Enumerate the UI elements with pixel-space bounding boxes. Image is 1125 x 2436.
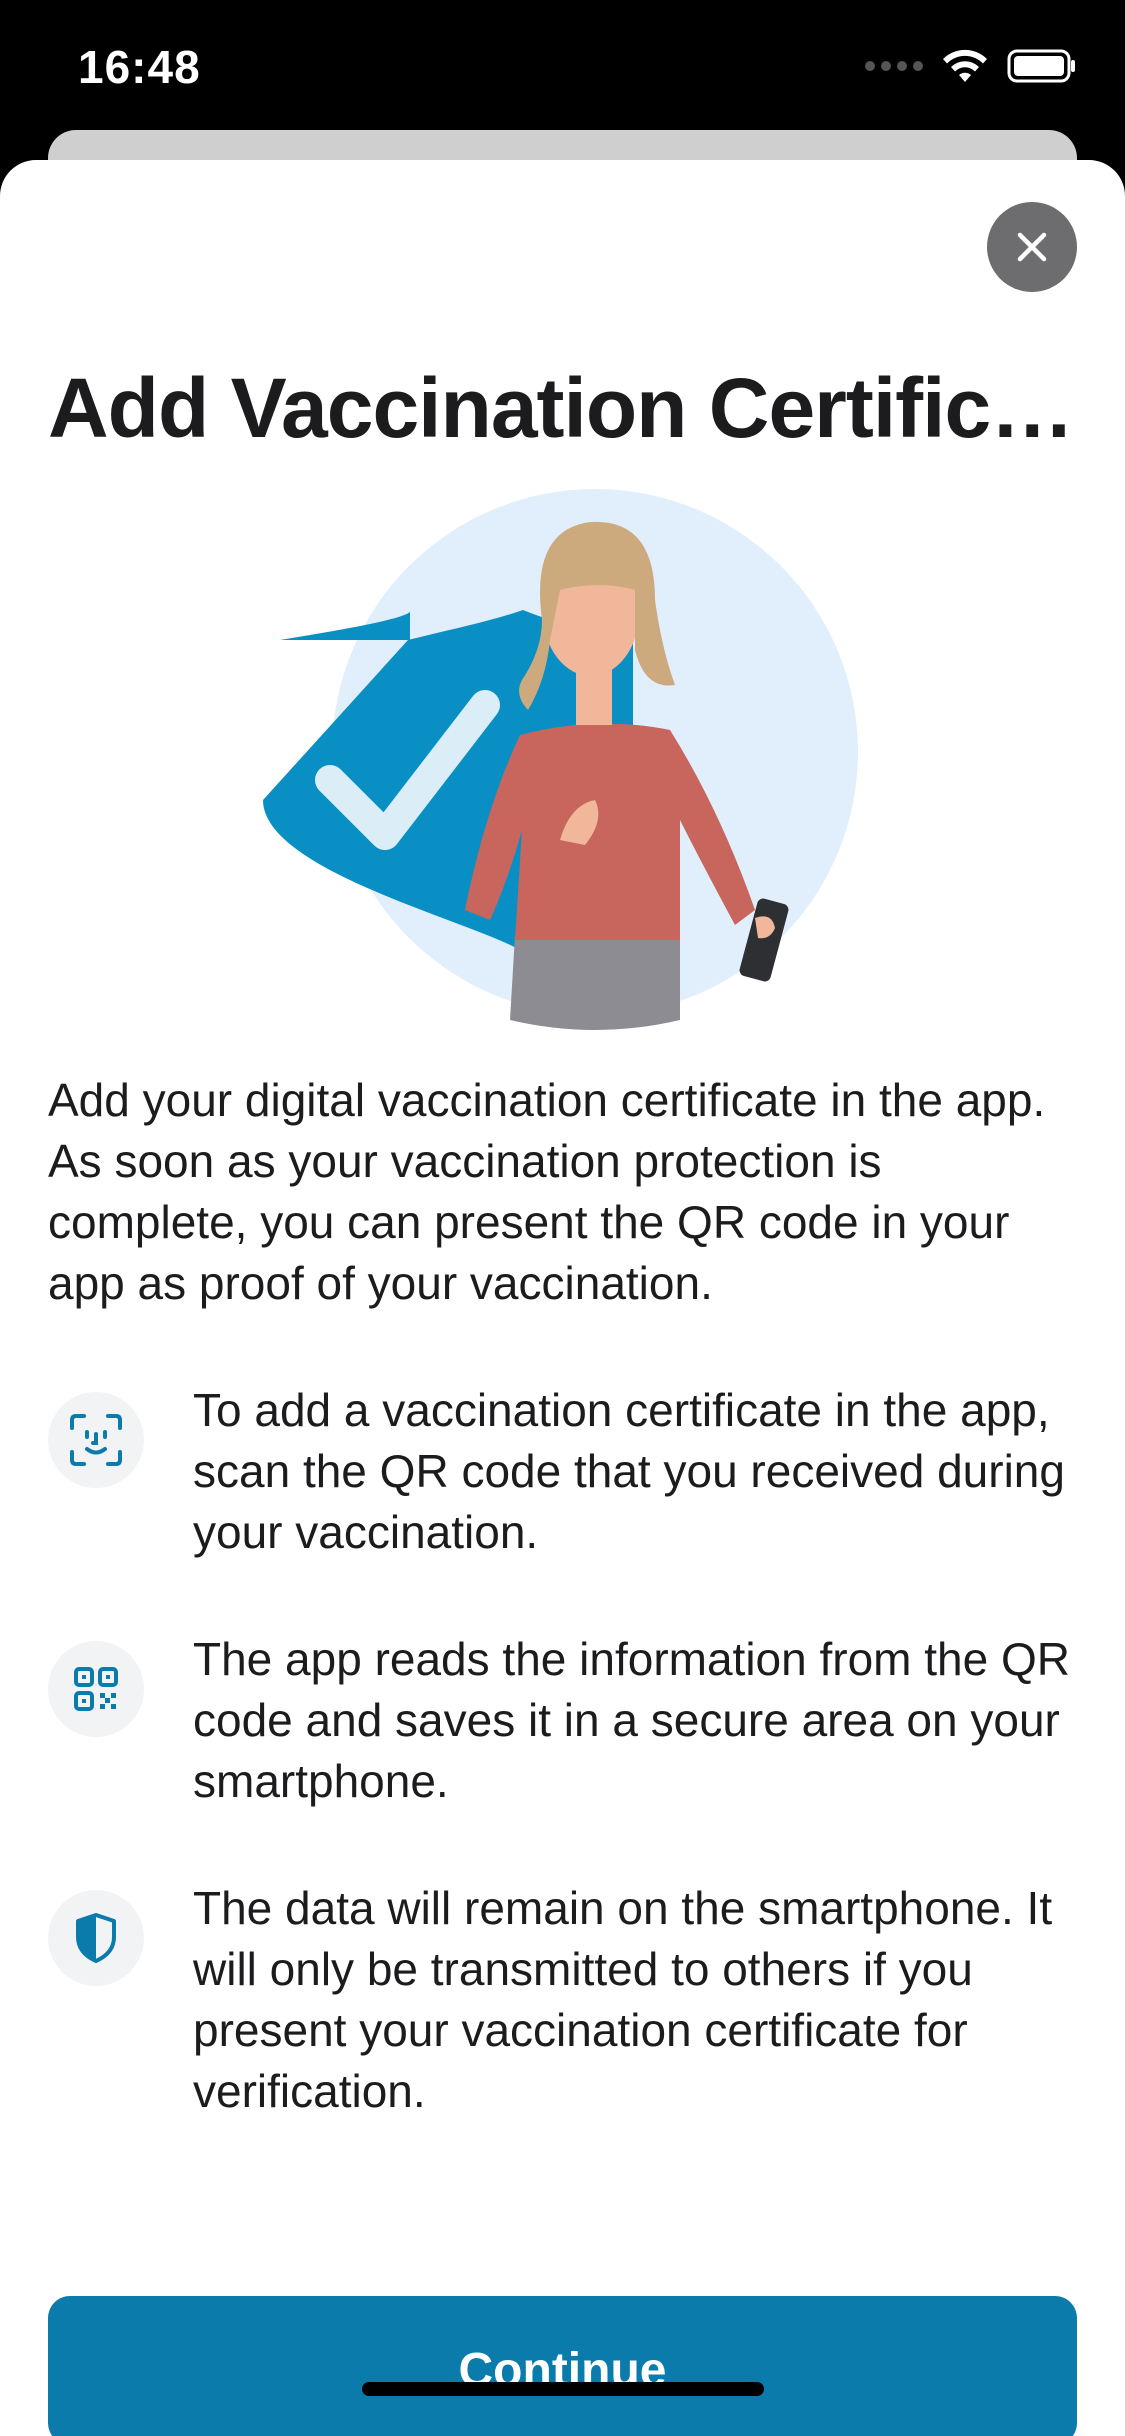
face-scan-icon xyxy=(48,1392,144,1488)
wifi-icon xyxy=(943,49,987,82)
battery-icon xyxy=(1007,49,1075,83)
feature-item-qr: The app reads the information from the Q… xyxy=(48,1629,1078,1878)
modal-sheet: Add Vaccination Certifica... Add your di… xyxy=(0,160,1125,2436)
feature-item-scan: To add a vaccination certificate in the … xyxy=(48,1380,1078,1629)
intro-text: Add your digital vaccination certificate… xyxy=(48,1074,1046,1309)
feature-item-privacy: The data will remain on the smartphone. … xyxy=(48,1878,1078,2127)
close-icon xyxy=(1017,232,1047,262)
signal-icon xyxy=(865,61,923,71)
close-button[interactable] xyxy=(987,202,1077,292)
feature-text: The app reads the information from the Q… xyxy=(193,1633,1070,1807)
qr-code-icon xyxy=(48,1641,144,1737)
continue-button[interactable]: Continue xyxy=(48,2296,1077,2436)
feature-text: To add a vaccination certificate in the … xyxy=(193,1384,1065,1558)
status-bar: 16:48 xyxy=(0,0,1125,140)
status-time: 16:48 xyxy=(78,41,201,93)
shield-icon xyxy=(48,1890,144,1986)
page-title: Add Vaccination Certifica... xyxy=(48,361,1078,455)
vaccination-illustration xyxy=(263,489,858,1030)
feature-list: To add a vaccination certificate in the … xyxy=(48,1380,1078,2250)
scroll-mask xyxy=(0,2190,1125,2250)
status-icons xyxy=(865,48,1077,84)
home-indicator xyxy=(362,2382,764,2396)
feature-text: The data will remain on the smartphone. … xyxy=(193,1882,1053,2117)
